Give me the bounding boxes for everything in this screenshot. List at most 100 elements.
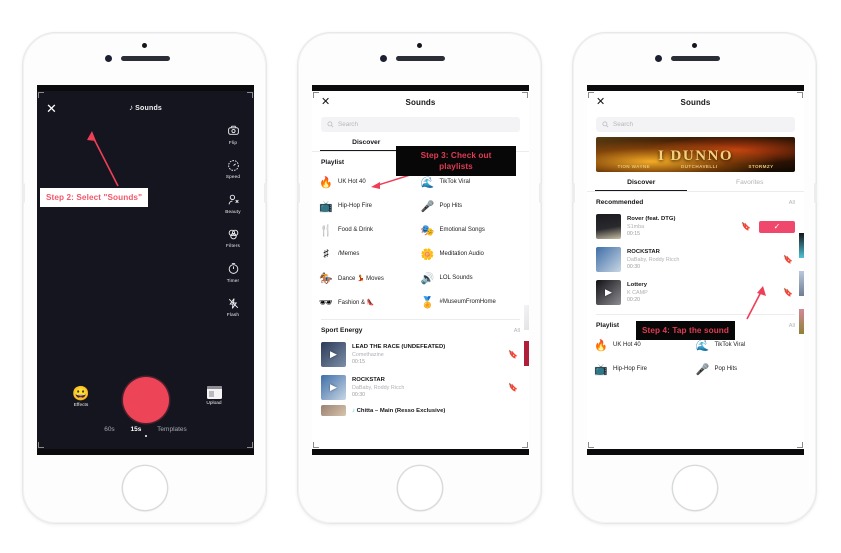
front-camera-icon bbox=[655, 55, 662, 62]
music-note-icon: ♪ bbox=[352, 407, 355, 414]
list-item[interactable]: 🌼 Meditation Audio bbox=[421, 242, 523, 266]
screen-letterbox-bottom bbox=[37, 449, 254, 455]
tab-favorites[interactable]: Favorites bbox=[696, 179, 805, 191]
search-placeholder: Search bbox=[613, 121, 633, 128]
home-button[interactable] bbox=[672, 466, 717, 510]
sounds-button[interactable]: ♪ Sounds bbox=[37, 103, 254, 112]
home-button[interactable] bbox=[397, 466, 442, 510]
flame-icon: 🔥 bbox=[319, 176, 333, 189]
close-icon[interactable]: ✕ bbox=[596, 97, 605, 108]
smiley-effects-icon: 😀 bbox=[72, 385, 90, 401]
front-camera-icon bbox=[380, 55, 387, 62]
flip-camera-icon bbox=[216, 123, 250, 138]
song-duration: 00:15 bbox=[352, 359, 365, 365]
rail-item-beauty[interactable]: Beauty bbox=[216, 192, 250, 214]
bookmark-icon[interactable]: 🔖 bbox=[508, 383, 518, 392]
sounds-sheet: ✕ Sounds Search Discover Playlist 🔥 UK H… bbox=[312, 91, 529, 449]
rail-item-speed[interactable]: Speed bbox=[216, 158, 250, 179]
table-row[interactable]: ROCKSTAR DaBaby, Roddy Ricch 00:30 🔖 bbox=[587, 243, 804, 276]
boombox-icon: 📺 bbox=[594, 363, 608, 376]
mode-selector[interactable]: 60s 15s Templates bbox=[37, 426, 254, 437]
phone-side-button bbox=[264, 183, 267, 203]
use-sound-button[interactable]: ✓ bbox=[759, 220, 795, 233]
list-item[interactable]: ♯ /Memes bbox=[319, 242, 421, 266]
list-item[interactable]: 📺 Hip-Hop Fire bbox=[594, 357, 696, 381]
phone1-screen: ✕ ♪ Sounds Flip Speed Beauty Filters Tim… bbox=[37, 85, 254, 455]
sensor-dot-icon bbox=[417, 43, 422, 48]
next-item-preview-strip bbox=[524, 91, 529, 449]
edge-thumb bbox=[524, 341, 529, 366]
bookmark-icon[interactable]: 🔖 bbox=[783, 288, 793, 297]
table-row[interactable]: ▶ LEAD THE RACE (UNDEFEATED) Comethazine… bbox=[312, 338, 529, 371]
song-duration: 00:30 bbox=[352, 392, 365, 398]
phone-top-bezel bbox=[298, 33, 541, 85]
song-duration: 00:15 bbox=[627, 231, 640, 237]
effects-button[interactable]: 😀 Effects bbox=[63, 385, 99, 408]
promo-banner[interactable]: I DUNNO TION WAYNE DUTCHAVELLI STORMZY bbox=[596, 137, 795, 172]
close-icon[interactable]: ✕ bbox=[321, 97, 330, 108]
song-title: ROCKSTAR bbox=[627, 249, 660, 255]
playlist-label: UK Hot 40 bbox=[338, 179, 366, 185]
phone-top-bezel bbox=[573, 33, 816, 85]
banner-artists: TION WAYNE DUTCHAVELLI STORMZY bbox=[617, 164, 774, 169]
bookmark-icon[interactable]: 🔖 bbox=[783, 255, 793, 264]
phone-side-button bbox=[814, 183, 817, 203]
song-duration: 00:30 bbox=[627, 264, 640, 270]
list-item[interactable]: 🎭 Emotional Songs bbox=[421, 218, 523, 242]
list-item[interactable]: 🎤 Pop Hits bbox=[421, 194, 523, 218]
list-item[interactable]: 🔊 LOL Sounds bbox=[421, 266, 523, 290]
list-item[interactable]: 🏇 Dance 💃 Moves bbox=[319, 266, 421, 290]
album-art bbox=[596, 214, 621, 239]
table-row[interactable]: Rover (feat. DTG) S1mba 00:15 🔖 ✓ bbox=[587, 210, 804, 243]
see-all-link[interactable]: All bbox=[789, 200, 795, 206]
step2-arrow bbox=[87, 131, 119, 187]
album-art bbox=[321, 405, 346, 416]
bookmark-icon[interactable]: 🔖 bbox=[508, 350, 518, 359]
list-item[interactable]: 🕶 Fashion & 👠 bbox=[319, 290, 421, 314]
screenshot-stage: ✕ ♪ Sounds Flip Speed Beauty Filters Tim… bbox=[0, 0, 841, 553]
song-artist: Comethazine bbox=[352, 351, 384, 358]
table-row[interactable]: ♪ Chitta – Main (Resso Exclusive) bbox=[312, 404, 529, 420]
search-icon bbox=[327, 121, 334, 128]
playlist-label: UK Hot 40 bbox=[613, 342, 641, 348]
section-header-recommended: Recommended All bbox=[587, 192, 804, 210]
rail-item-filters[interactable]: Filters bbox=[216, 227, 250, 248]
search-input[interactable]: Search bbox=[321, 117, 520, 132]
home-button[interactable] bbox=[122, 466, 167, 510]
bookmark-icon[interactable]: 🔖 bbox=[741, 222, 751, 231]
annotation-step2: Step 2: Select "Sounds" bbox=[40, 188, 149, 207]
see-all-link[interactable]: All bbox=[789, 323, 795, 329]
step4-arrow bbox=[746, 286, 766, 320]
filters-icon bbox=[216, 227, 250, 242]
table-row[interactable]: ▶ ROCKSTAR DaBaby, Roddy Ricch 00:30 🔖 bbox=[312, 371, 529, 404]
phone-mockup-sounds: ✕ Sounds Search Discover Playlist 🔥 UK H… bbox=[297, 32, 542, 524]
playlist-label: Hip-Hop Fire bbox=[613, 366, 648, 372]
rail-label: Filters bbox=[226, 243, 240, 248]
lotus-icon: 🌼 bbox=[420, 248, 435, 261]
rail-item-flash[interactable]: Flash bbox=[216, 296, 250, 317]
mode-60s[interactable]: 60s bbox=[104, 426, 114, 433]
see-all-link[interactable]: All bbox=[514, 328, 520, 334]
playlist-label: TikTok Viral bbox=[439, 179, 471, 185]
rail-item-flip[interactable]: Flip bbox=[216, 123, 250, 145]
rail-item-timer[interactable]: Timer bbox=[216, 261, 250, 283]
flame-icon: 🔥 bbox=[594, 339, 608, 352]
list-item[interactable]: 🍴 Food & Drink bbox=[319, 218, 421, 242]
list-item[interactable]: 📺 Hip-Hop Fire bbox=[319, 194, 421, 218]
annotation-step2-text: Step 2: Select "Sounds" bbox=[40, 188, 149, 207]
playlist-label: Dance 💃 Moves bbox=[338, 275, 384, 282]
hashtag-box-icon: ♯ bbox=[323, 248, 329, 260]
mode-15s[interactable]: 15s bbox=[131, 426, 142, 433]
list-item[interactable]: 🎤 Pop Hits bbox=[696, 357, 798, 381]
earpiece-speaker bbox=[671, 56, 720, 61]
record-button[interactable] bbox=[122, 377, 169, 423]
upload-button[interactable]: Upload bbox=[196, 385, 232, 406]
list-item[interactable]: 🏅 #MuseumFromHome bbox=[421, 290, 523, 314]
page-title: Sounds bbox=[680, 98, 711, 107]
mode-templates[interactable]: Templates bbox=[157, 426, 187, 433]
song-artist: DaBaby, Roddy Ricch bbox=[352, 384, 405, 391]
album-art: ▶ bbox=[321, 375, 346, 400]
search-icon bbox=[602, 121, 609, 128]
camera-topbar: ✕ ♪ Sounds bbox=[37, 99, 254, 121]
search-input[interactable]: Search bbox=[596, 117, 795, 132]
